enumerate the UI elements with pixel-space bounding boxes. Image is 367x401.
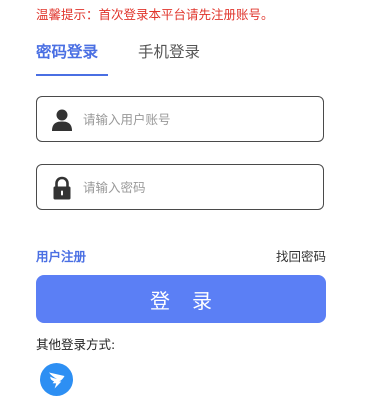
username-field[interactable] [36,96,324,142]
forgot-password-link[interactable]: 找回密码 [276,248,326,266]
tab-password-login[interactable]: 密码登录 [36,41,98,63]
lock-icon [51,176,73,200]
register-link[interactable]: 用户注册 [36,248,86,266]
other-login-label: 其他登录方式: [36,337,116,352]
notice-text: 温馨提示：首次登录本平台请先注册账号。 [36,7,274,22]
user-icon [51,108,73,132]
active-tab-indicator [36,74,108,76]
tab-phone-login[interactable]: 手机登录 [138,41,200,63]
login-button[interactable]: 登录 [36,275,326,323]
password-input[interactable] [83,165,313,209]
password-field[interactable] [36,164,324,210]
username-input[interactable] [83,97,313,141]
dingtalk-icon[interactable] [40,363,73,396]
